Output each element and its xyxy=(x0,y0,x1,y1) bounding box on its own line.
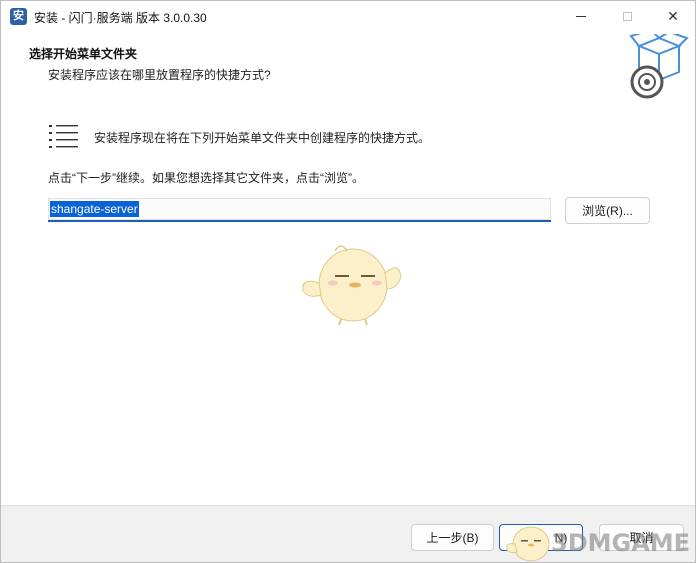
installer-window: 安 安装 - 闪门·服务端 版本 3.0.0.30 ✕ 选择开始菜单文件夹 安装… xyxy=(0,0,696,563)
back-button[interactable]: 上一步(B) xyxy=(411,524,494,551)
hint-text: 点击“下一步”继续。如果您想选择其它文件夹，点击“浏览”。 xyxy=(48,171,364,185)
browse-button[interactable]: 浏览(R)... xyxy=(565,197,650,224)
maximize-icon xyxy=(622,12,632,21)
window-title: 安装 - 闪门·服务端 版本 3.0.0.30 xyxy=(34,11,207,25)
watermark-text: 3DMGAME xyxy=(551,529,691,557)
minimize-button[interactable] xyxy=(558,1,604,32)
info-text: 安装程序现在将在下列开始菜单文件夹中创建程序的快捷方式。 xyxy=(94,131,431,145)
start-menu-folder-input[interactable]: shangate-server xyxy=(48,198,551,222)
wizard-header: 选择开始菜单文件夹 安装程序应该在哪里放置程序的快捷方式? xyxy=(1,32,695,105)
title-bar[interactable]: 安 安装 - 闪门·服务端 版本 3.0.0.30 ✕ xyxy=(1,1,695,32)
minimize-icon xyxy=(576,16,586,17)
maximize-button[interactable] xyxy=(604,1,650,32)
folder-input-value: shangate-server xyxy=(50,201,139,217)
close-icon: ✕ xyxy=(667,8,679,24)
shortcut-list-icon xyxy=(49,125,78,148)
mascot-sticker-icon xyxy=(302,245,402,326)
software-box-disc-icon xyxy=(629,34,689,99)
page-title: 选择开始菜单文件夹 xyxy=(29,47,138,61)
app-icon: 安 xyxy=(10,8,27,25)
page-subtitle: 安装程序应该在哪里放置程序的快捷方式? xyxy=(48,68,271,82)
wizard-content: 安装程序现在将在下列开始菜单文件夹中创建程序的快捷方式。 点击“下一步”继续。如… xyxy=(1,105,695,505)
close-button[interactable]: ✕ xyxy=(650,1,695,32)
wizard-footer: 上一步(B) N) 取消 3DMGAME xyxy=(1,505,695,562)
